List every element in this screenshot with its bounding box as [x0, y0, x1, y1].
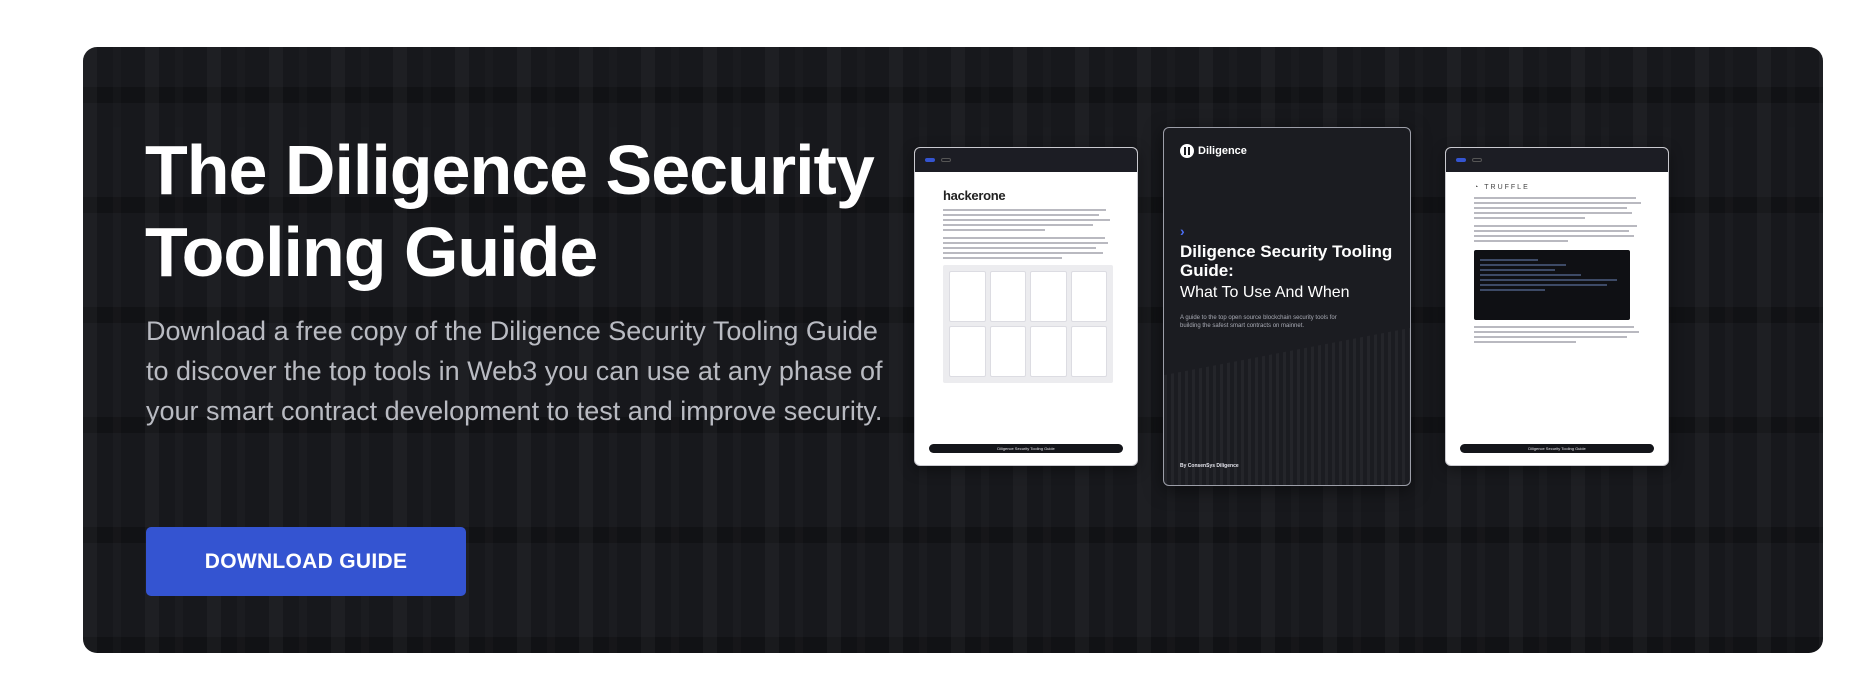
section-label [1472, 158, 1482, 162]
page-body-text-2 [1474, 326, 1644, 343]
banner-description: Download a free copy of the Diligence Se… [146, 316, 883, 426]
diligence-brand: Diligence [1198, 145, 1247, 157]
code-snippet [1474, 250, 1630, 320]
hackerone-logo: hackerone [943, 188, 1006, 203]
page-header-bar [915, 148, 1137, 172]
download-guide-button[interactable]: DOWNLOAD GUIDE [146, 527, 466, 596]
section-pill [1456, 158, 1466, 162]
guide-cover-preview: Diligence › Diligence Security Tooling G… [1163, 127, 1411, 486]
page-body-text [943, 209, 1113, 259]
diligence-icon [1180, 144, 1194, 158]
page-footer: Diligence Security Tooling Guide [1460, 444, 1654, 453]
chevron-right-icon: › [1180, 223, 1185, 239]
truffle-brand: TRUFFLE [1484, 184, 1530, 191]
section-label [941, 158, 951, 162]
cover-subtitle: What To Use And When [1180, 284, 1350, 301]
page-footer: Diligence Security Tooling Guide [929, 444, 1123, 453]
banner-title: The Diligence Security Tooling Guide [145, 131, 875, 291]
guide-page-preview-hackerone: hackerone Diligence Security Tooling Gui… [914, 147, 1138, 466]
guide-page-preview-truffle: ◔ TRUFFLE Diligence Security Tooling Gui… [1445, 147, 1669, 466]
truffle-icon: ◔ [1474, 184, 1481, 191]
diligence-logo: Diligence [1180, 144, 1247, 158]
dashboard-screenshot [943, 265, 1113, 383]
page-header-bar [1446, 148, 1668, 172]
truffle-logo: ◔ TRUFFLE [1474, 184, 1668, 191]
cover-description: A guide to the top open source blockchai… [1180, 315, 1337, 329]
page-body-text [1474, 197, 1644, 242]
cover-pattern [1164, 328, 1410, 485]
cover-byline: By ConsenSys Diligence [1180, 463, 1239, 469]
cover-title: Diligence Security Tooling Guide: [1180, 242, 1393, 280]
section-pill [925, 158, 935, 162]
